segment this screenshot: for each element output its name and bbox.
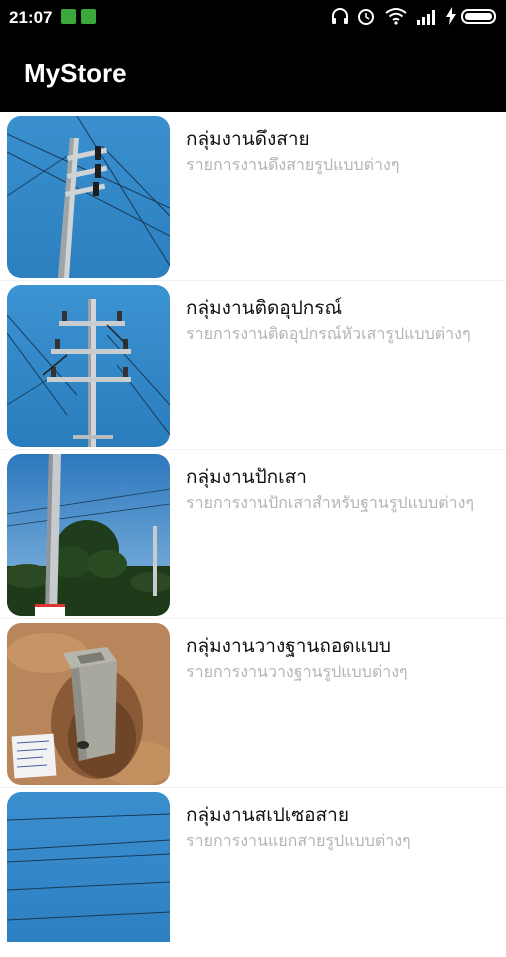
wifi-icon xyxy=(385,8,407,25)
app-bar: MyStore xyxy=(0,34,506,112)
status-time: 21:07 xyxy=(9,8,53,27)
status-bar: 21:07 xyxy=(0,0,506,34)
item-title: กลุ่มงานสเปเซอสาย xyxy=(186,804,349,826)
item-title: กลุ่มงานปักเสา xyxy=(186,466,307,488)
item-subtitle: รายการงานปักเสาสำหรับฐานรูปแบบต่างๆ xyxy=(186,493,474,512)
app-title: MyStore xyxy=(24,58,127,88)
item-title: กลุ่มงานวางฐานถอดแบบ xyxy=(186,635,391,657)
item-subtitle: รายการงานวางฐานรูปแบบต่างๆ xyxy=(186,662,408,681)
notification-app-icon-2 xyxy=(81,9,96,24)
power-pole-crossarm-photo xyxy=(7,116,170,278)
list-item[interactable]: กลุ่มงานสเปเซอสาย รายการงานแยกสายรูปแบบต… xyxy=(0,788,506,957)
battery-icon xyxy=(461,9,496,24)
notification-app-icon xyxy=(61,9,76,24)
item-title: กลุ่มงานดึงสาย xyxy=(186,128,310,150)
list-item[interactable]: กลุ่มงานดึงสาย รายการงานดึงสายรูปแบบต่าง… xyxy=(0,112,506,281)
alarm-icon xyxy=(358,9,374,25)
pole-and-tree-photo xyxy=(7,454,170,616)
list-item[interactable]: กลุ่มงานติดอุปกรณ์ รายการงานติดอุปกรณ์หั… xyxy=(0,281,506,450)
concrete-base-in-pit-photo xyxy=(7,623,170,785)
list-item[interactable]: กลุ่มงานปักเสา รายการงานปักเสาสำหรับฐานร… xyxy=(0,450,506,619)
list-item[interactable]: กลุ่มงานวางฐานถอดแบบ รายการงานวางฐานรูปแ… xyxy=(0,619,506,788)
item-title: กลุ่มงานติดอุปกรณ์ xyxy=(186,297,343,319)
item-subtitle: รายการงานติดอุปกรณ์หัวเสารูปแบบต่างๆ xyxy=(186,324,471,343)
headphones-icon xyxy=(332,8,348,24)
charging-icon xyxy=(446,7,456,25)
power-lines-sky-photo xyxy=(7,792,170,942)
item-subtitle: รายการงานแยกสายรูปแบบต่างๆ xyxy=(186,831,411,850)
item-subtitle: รายการงานดึงสายรูปแบบต่างๆ xyxy=(186,155,400,174)
power-pole-insulators-photo xyxy=(7,285,170,447)
signal-icon xyxy=(417,10,435,25)
